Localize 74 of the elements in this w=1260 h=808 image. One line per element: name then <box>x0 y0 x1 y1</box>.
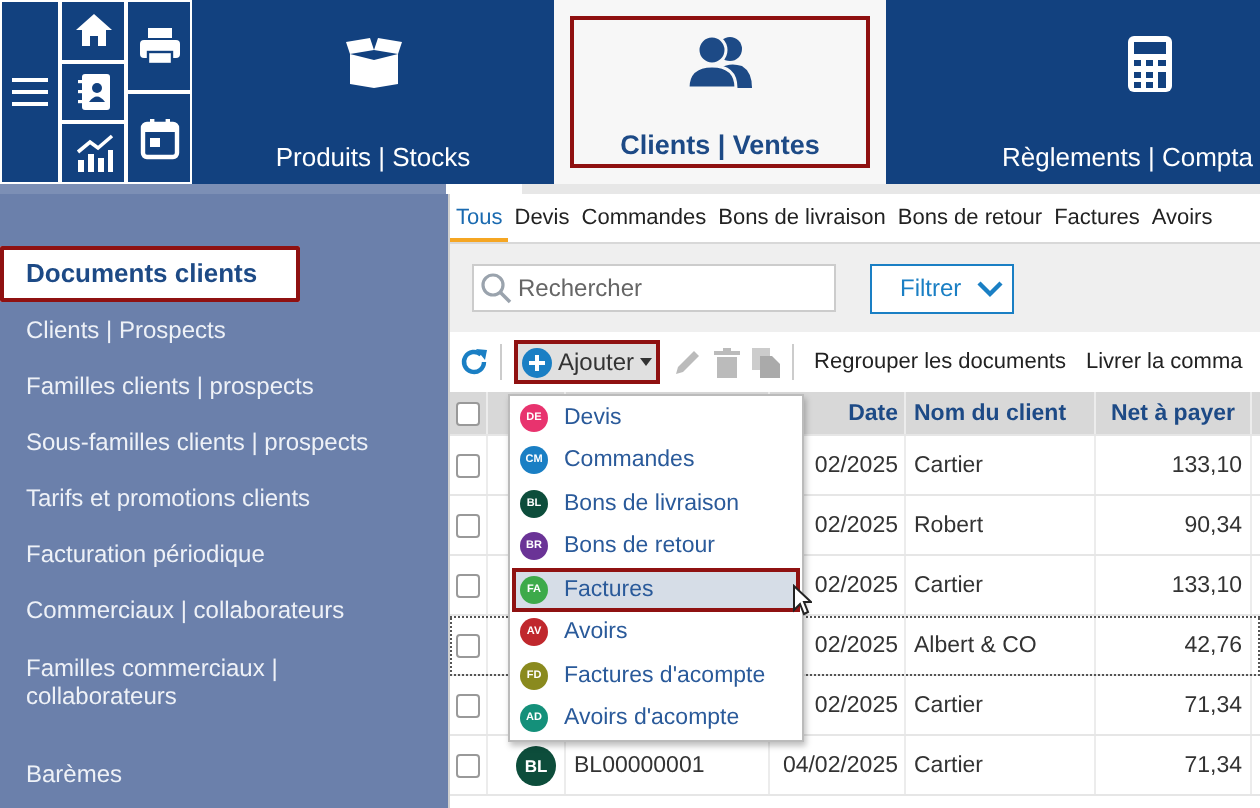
table-cell: 02/2025 <box>814 573 898 597</box>
table-cell: 04/02/2025 <box>782 753 898 777</box>
table-cell: Cartier <box>914 753 984 777</box>
toolbar-button[interactable] <box>126 92 192 184</box>
document-tab[interactable]: Devis <box>508 194 576 242</box>
sidebar-item[interactable]: Barèmes <box>0 746 448 802</box>
column-header[interactable]: Nom du client <box>906 392 1096 434</box>
toolbar-action-button[interactable]: Regrouper les documents <box>810 350 1070 374</box>
copy-icon <box>752 347 781 377</box>
address-book-icon <box>75 72 111 112</box>
nav-tab[interactable]: Produits | Stocks <box>192 0 554 184</box>
checkbox[interactable] <box>456 753 480 777</box>
chevron-down-icon <box>976 279 1004 297</box>
toolbar-action-button[interactable]: Livrer la comma <box>1082 350 1247 374</box>
document-tab[interactable]: Bons de livraison <box>712 194 892 242</box>
printer-icon <box>137 26 181 66</box>
table-cell: Albert & CO <box>914 633 1037 657</box>
refresh-icon <box>460 348 488 376</box>
box-icon <box>343 34 403 90</box>
sidebar-item[interactable]: Documents clients <box>0 246 300 302</box>
table-cell: 133,10 <box>1171 573 1242 597</box>
plus-circle-icon <box>522 347 552 377</box>
checkbox[interactable] <box>456 693 480 717</box>
table-cell: 02/2025 <box>814 453 898 477</box>
document-tab[interactable]: Bons de retour <box>891 194 1049 242</box>
column-header[interactable]: Net à payer <box>1096 392 1252 434</box>
table-cell: 02/2025 <box>814 513 898 537</box>
table-cell: BL00000001 <box>574 753 705 777</box>
table-cell: 71,34 <box>1184 693 1242 717</box>
toolbar-button[interactable] <box>60 61 126 123</box>
sidebar-item[interactable]: Familles clients | prospects <box>0 358 448 414</box>
menu-icon <box>12 78 48 106</box>
add-button[interactable]: Ajouter <box>514 340 661 384</box>
table-cell: 90,34 <box>1184 513 1242 537</box>
table-cell: 71,34 <box>1184 753 1242 777</box>
checkbox[interactable] <box>456 401 480 425</box>
home-icon <box>73 12 113 49</box>
toolbar-button[interactable] <box>60 122 126 185</box>
table-cell: 133,10 <box>1171 453 1242 477</box>
checkbox[interactable] <box>456 453 480 477</box>
people-icon <box>686 34 754 90</box>
pencil-icon <box>672 347 703 377</box>
caret-icon <box>640 358 653 366</box>
filter-button[interactable]: Filtrer <box>870 263 1014 313</box>
sidebar-item[interactable]: Clients | Prospects <box>0 302 448 358</box>
nav-tab[interactable]: Règlements | Compta <box>886 0 1260 184</box>
bar-chart-icon <box>73 133 113 174</box>
document-tab[interactable]: Commandes <box>575 194 713 242</box>
trash-icon <box>714 347 741 377</box>
table-cell: Cartier <box>914 693 984 717</box>
calculator-icon <box>1126 34 1174 94</box>
sidebar-item[interactable]: Facturation périodique <box>0 526 448 582</box>
table-cell: 02/2025 <box>814 693 898 717</box>
checkbox[interactable] <box>456 513 480 537</box>
table-cell: 42,76 <box>1184 633 1242 657</box>
calendar-icon <box>139 117 179 159</box>
search-field[interactable]: Rechercher <box>472 264 836 312</box>
toolbar-button[interactable] <box>0 0 60 184</box>
document-tab[interactable]: Factures <box>1048 194 1146 242</box>
sidebar-item[interactable]: Familles commerciaux | collaborateurs <box>0 638 448 726</box>
sidebar-item[interactable]: Commerciaux | collaborateurs <box>0 582 448 638</box>
document-tab[interactable]: Avoirs <box>1145 194 1219 242</box>
document-type-badge: BL <box>516 745 556 785</box>
checkbox[interactable] <box>456 633 480 657</box>
toolbar-button[interactable] <box>60 0 126 62</box>
sidebar-item[interactable]: Tarifs et promotions clients <box>0 470 448 526</box>
sidebar-item[interactable]: Sous-familles clients | prospects <box>0 414 448 470</box>
checkbox[interactable] <box>456 573 480 597</box>
toolbar-button[interactable] <box>126 0 192 92</box>
table-cell: Cartier <box>914 453 984 477</box>
nav-tab[interactable]: Clients | Ventes <box>554 0 886 184</box>
table-cell: 02/2025 <box>814 633 898 657</box>
table-cell: Robert <box>914 513 984 537</box>
table-cell: Cartier <box>914 573 984 597</box>
